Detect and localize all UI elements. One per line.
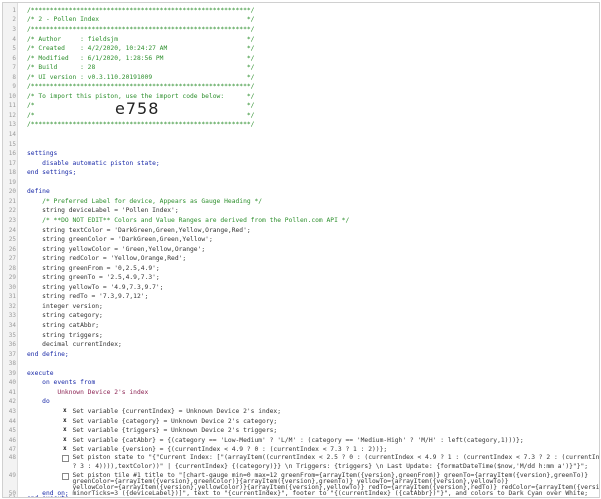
line-number: 29 <box>8 274 16 282</box>
line-number: 16 <box>8 150 16 158</box>
code-text: define <box>27 188 50 196</box>
code-text: /***************************************… <box>27 6 255 14</box>
code-text: string catAbbr; <box>27 322 100 329</box>
code-text: string greenFrom = '0,2.5,4.9'; <box>27 264 160 272</box>
line-number: 5 <box>12 45 16 53</box>
line-number: 4 <box>12 35 16 43</box>
line-number: 36 <box>8 341 16 349</box>
line-number: 12 <box>8 111 16 119</box>
set-variable-icon: x <box>63 416 67 424</box>
code-text: /* 2 - Pollen Index */ <box>27 16 255 24</box>
line-number: 48 <box>8 454 16 461</box>
line-number: 2 <box>12 16 16 24</box>
code-text: /* UI version : v0.3.110.20191009 */ <box>27 73 255 81</box>
code-text: disable automatic piston state; <box>27 159 160 167</box>
line-number: 9 <box>12 83 16 91</box>
line-number: 34 <box>8 322 16 329</box>
line-number: 43 <box>8 407 16 415</box>
line-number: 38 <box>8 360 16 368</box>
line-number: 39 <box>8 369 16 377</box>
line-number: 28 <box>8 264 16 272</box>
code-text: string redTo = '7.3,9.7,12'; <box>27 293 149 301</box>
code-text: do <box>27 398 50 406</box>
line-number: 20 <box>8 188 16 196</box>
line-number: 46 <box>8 436 16 444</box>
set-variable-icon: x <box>63 435 67 443</box>
line-number: 22 <box>8 207 16 215</box>
set-variable-icon: x <box>63 426 67 434</box>
line-number: 17 <box>8 159 16 167</box>
line-number: 45 <box>8 427 16 435</box>
code-text: /* Preferred Label for device, Appears a… <box>27 197 263 205</box>
line-number: 49 <box>8 472 16 479</box>
code-text: Set variable {catAbbr} = {(category == '… <box>27 436 524 444</box>
line-number: 6 <box>12 54 16 62</box>
line-number: 24 <box>8 226 16 234</box>
code-text: Unknown Device 2's index <box>27 388 149 396</box>
line-number: 32 <box>8 302 16 310</box>
code-text: string textColor = 'DarkGreen,Green,Yell… <box>27 226 251 234</box>
line-number: 30 <box>8 283 16 291</box>
code-text: end execute; <box>27 494 73 497</box>
line-number: 40 <box>8 379 16 387</box>
code-text: end settings; <box>27 169 77 177</box>
code-text: string triggers; <box>27 331 103 339</box>
code-text: minorTicks=3 ({deviceLabel})]", text to … <box>27 490 589 497</box>
code-text: /***************************************… <box>27 83 255 91</box>
code-text: string greenTo = '2.5,4.9,7.3'; <box>27 274 160 282</box>
line-number: 11 <box>8 102 16 110</box>
code-text: end define; <box>27 350 69 358</box>
line-number: 42 <box>8 398 16 406</box>
code-text: decimal currentIndex; <box>27 341 122 349</box>
set-variable-icon: x <box>63 445 67 453</box>
code-text: string deviceLabel = 'Pollen Index'; <box>27 207 179 215</box>
line-number: 35 <box>8 331 16 339</box>
code-text: string greenColor = 'DarkGreen,Green,Yel… <box>27 236 213 244</box>
piston-code-view: 1 /**************************************… <box>2 2 600 498</box>
code-text: string yellowColor = 'Green,Yellow,Orang… <box>27 245 206 253</box>
line-number: 31 <box>8 293 16 301</box>
line-number: 7 <box>12 64 16 72</box>
code-text: execute <box>27 369 54 377</box>
code-text: /***************************************… <box>27 25 255 33</box>
code-text: string category; <box>27 312 103 320</box>
code-text: string redColor = 'Yellow,Orange,Red'; <box>27 255 187 263</box>
line-number: 15 <box>8 140 16 148</box>
line-number: 8 <box>12 73 16 81</box>
code-text: on events from <box>27 379 96 387</box>
line-number: 18 <box>8 169 16 177</box>
code-text: /* **DO NOT EDIT** Colors and Value Rang… <box>27 216 350 224</box>
line-number: 1 <box>12 6 16 14</box>
line-number: 41 <box>8 388 16 396</box>
code-text: integer version; <box>27 302 103 310</box>
line-number: 19 <box>8 178 16 186</box>
code-text: /* Author : fieldsjm */ <box>27 35 255 43</box>
line-number: 27 <box>8 255 16 263</box>
line-number: 3 <box>12 25 16 33</box>
line-number: 21 <box>8 197 16 205</box>
code-text: /* Created : 4/2/2020, 10:24:27 AM */ <box>27 45 255 53</box>
line-number: 23 <box>8 216 16 224</box>
set-variable-icon: x <box>63 406 67 414</box>
line-number: 44 <box>8 417 16 425</box>
line-number: 10 <box>8 92 16 100</box>
line-number: 51 <box>3 494 16 497</box>
code-text: string yellowTo = '4.9,7.3,9.7'; <box>27 283 164 291</box>
line-number: 13 <box>8 121 16 129</box>
code-text: /* Build : 28 */ <box>27 64 255 72</box>
line-number: 33 <box>8 312 16 320</box>
code-text: /***************************************… <box>27 121 255 129</box>
line-number: 14 <box>8 131 16 138</box>
line-number: 26 <box>8 245 16 253</box>
code-text: /* Modified : 6/1/2020, 1:28:56 PM */ <box>27 54 255 62</box>
import-code: e758 <box>115 99 160 118</box>
line-number: 37 <box>8 350 16 358</box>
code-text: settings <box>27 150 58 158</box>
line-number: 25 <box>8 236 16 244</box>
